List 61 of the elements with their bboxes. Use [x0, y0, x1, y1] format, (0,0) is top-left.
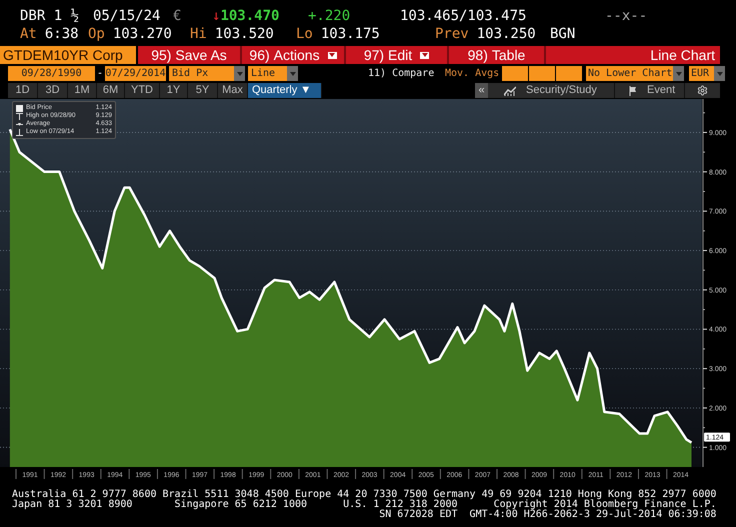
period-button[interactable]: 3D	[38, 83, 68, 98]
maturity-date: 05/15/24	[93, 7, 162, 25]
menu-button[interactable]: 97) Edit	[346, 46, 449, 64]
stat-label: At	[20, 25, 37, 43]
security-name: DBR 1 ½	[20, 7, 80, 25]
period-button[interactable]: Quarterly ▼	[248, 83, 322, 98]
dropdown-arrow-icon[interactable]	[420, 52, 430, 58]
date-separator: -	[96, 67, 104, 81]
currency-symbol: €	[173, 7, 182, 25]
period-button[interactable]: 5Y	[188, 83, 218, 98]
chart-type-dropdown[interactable]: Line	[248, 66, 287, 81]
average-input-field[interactable]	[502, 66, 528, 81]
footer-line: Japan 81 3 3201 8900 Singapore 65 6212 1000 U.S. 1 212 318 2000 Copyright 2014 Bloomberg Finance L.P.	[12, 500, 716, 510]
moving-averages-button[interactable]: Mov. Avgs	[445, 66, 502, 81]
status-text: --x--	[605, 7, 648, 25]
square-icon	[16, 104, 23, 112]
last-price: 103.470	[220, 7, 280, 25]
security-study-button[interactable]: Security/Study	[488, 83, 615, 98]
period-button[interactable]: 6M	[97, 83, 125, 98]
stat-value: 103.270	[112, 25, 172, 43]
menu-button[interactable]: 98) Table	[449, 46, 546, 64]
stat-value: 103.250	[476, 25, 536, 43]
period-button[interactable]: 1Y	[160, 83, 188, 98]
menu-button[interactable]: 95) Save As	[138, 46, 242, 64]
line-chart-icon	[504, 86, 516, 96]
end-date-field[interactable]: 07/29/2014	[105, 66, 166, 81]
currency-dropdown[interactable]: EUR	[689, 66, 714, 81]
average-input-field[interactable]	[529, 66, 555, 81]
price-change: +.220	[308, 7, 352, 25]
source-code: BGN	[550, 25, 576, 43]
stat-value: 6:38	[44, 25, 79, 43]
high-marker-icon	[16, 112, 23, 120]
bid-ask: 103.465/103.475	[400, 7, 528, 25]
down-arrow: ↓	[212, 7, 220, 25]
stat-value: 103.520	[214, 25, 274, 43]
period-button[interactable]: YTD	[125, 83, 160, 98]
stat-label: Lo	[296, 25, 313, 43]
start-date-field[interactable]: 09/28/1990	[8, 66, 95, 81]
period-button[interactable]: 1D	[8, 83, 38, 98]
ticker-field[interactable]: GTDEM10YR Corp	[0, 46, 136, 64]
stat-value: 103.175	[320, 25, 380, 43]
field-dropdown[interactable]: Bid Px	[169, 66, 234, 81]
settings-icon	[697, 85, 708, 96]
period-button[interactable]: Max	[218, 83, 248, 98]
lower-chart-dropdown[interactable]: No Lower Chart	[586, 66, 673, 81]
dropdown-arrow-icon[interactable]	[328, 52, 337, 58]
footer-line: SN 672028 EDT GMT-4:00 H266-2062-3 29-Jul-2014 06:39:08	[379, 510, 716, 520]
flag-icon	[629, 86, 637, 96]
view-title: Line Chart	[650, 46, 716, 64]
average-input-field[interactable]	[556, 66, 582, 81]
stat-label: Prev	[435, 25, 469, 43]
average-marker-icon	[16, 120, 23, 128]
collapse-button[interactable]: «	[475, 83, 488, 98]
stat-label: Op	[88, 25, 105, 43]
period-button[interactable]: 1M	[68, 83, 97, 98]
stat-label: Hi	[190, 25, 207, 43]
footer-line: Australia 61 2 9777 8600 Brazil 5511 3048 4500 Europe 44 20 7330 7500 Germany 49 69 9204 1210 Hong Kong 852 2977 6000	[12, 490, 716, 500]
compare-button[interactable]: 11) Compare	[368, 66, 445, 81]
low-marker-icon	[16, 128, 23, 136]
event-button[interactable]: Event	[615, 83, 685, 98]
menu-button[interactable]: 96) Actions	[242, 46, 346, 64]
